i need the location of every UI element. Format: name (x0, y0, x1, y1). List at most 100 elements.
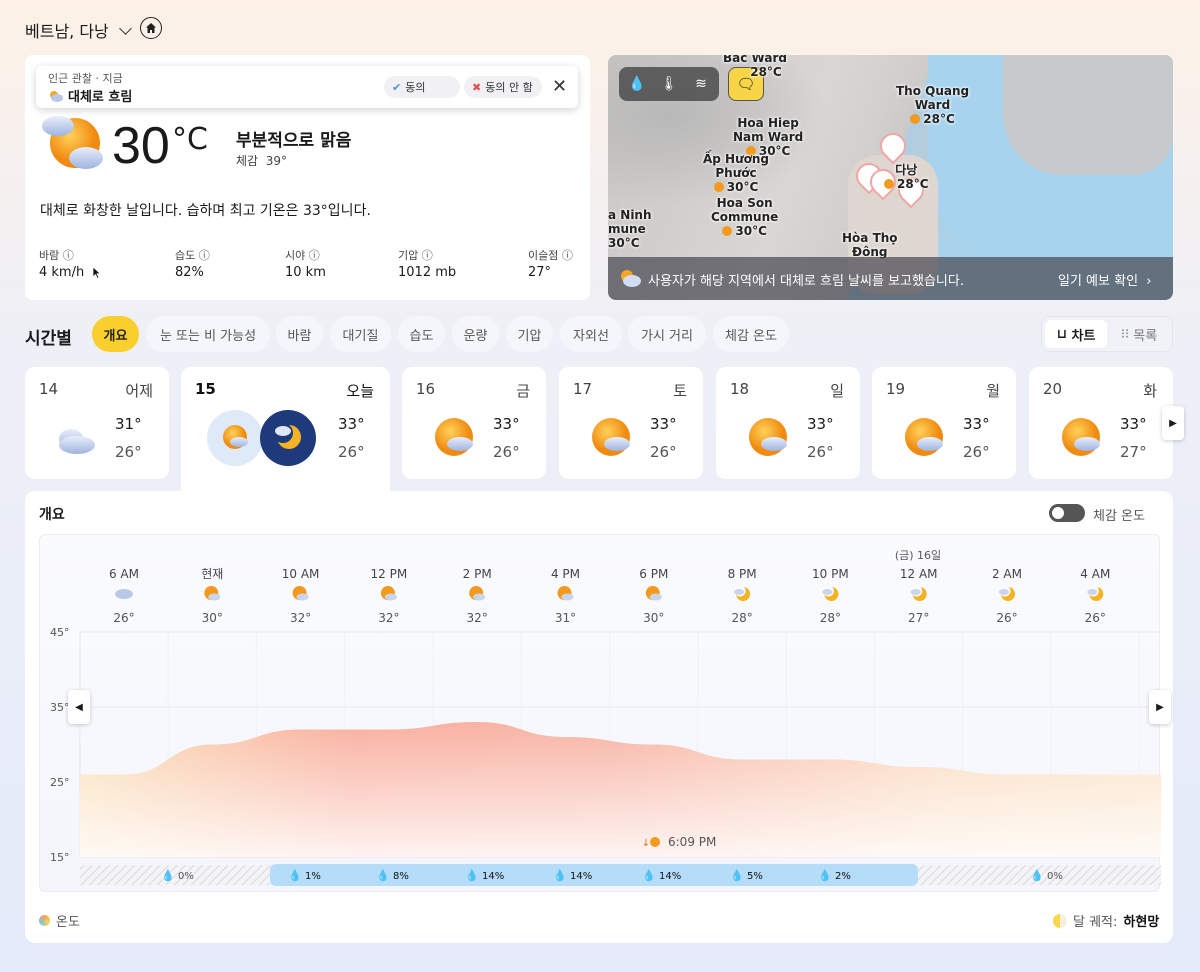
stat-dewpoint-label[interactable]: 이슬점 ⓘ (528, 247, 573, 263)
moon-phase-legend: 달 궤적: 하현망 (1053, 911, 1159, 930)
moon-phase-label: 달 궤적: (1073, 915, 1118, 930)
hour-temp-label: 26° (996, 611, 1017, 625)
location-selector[interactable]: 베트남, 다낭 (25, 18, 132, 42)
day-card[interactable]: 18 일 33° 26° (716, 367, 860, 479)
partly-sunny-day-icon (207, 410, 263, 466)
map-label-ap-huong-phuoc[interactable]: Ấp Hương Phước 30°C (703, 152, 769, 194)
chip-feels-like[interactable]: 체감 온도 (713, 316, 789, 352)
chip-pressure[interactable]: 기압 (506, 316, 553, 352)
map-label-danang[interactable]: 다낭 28°C (884, 163, 929, 191)
location-name: 베트남, 다낭 (25, 22, 109, 41)
feels-like-toggle[interactable] (1049, 504, 1085, 522)
info-icon: ⓘ (198, 249, 210, 262)
sunset-icon: ↓ (642, 838, 650, 849)
precipitation-layer-icon[interactable]: 💧 (627, 74, 647, 94)
day-card[interactable]: 19 월 33° 26° (872, 367, 1016, 479)
hour-label: 6 PM (639, 567, 668, 581)
disagree-button[interactable]: ✖ 동의 안 함 (464, 76, 542, 98)
hour-temp-label: 28° (731, 611, 752, 625)
temperature-layer-icon[interactable]: 🌡 (659, 74, 679, 94)
chevron-right-icon: › (1146, 274, 1152, 289)
day-name: 어제 (125, 382, 153, 400)
raindrop-icon: 💧 (818, 869, 832, 882)
chip-air-quality[interactable]: 대기질 (330, 316, 391, 352)
chip-visibility[interactable]: 가시 거리 (628, 316, 706, 352)
cloudy-icon (115, 589, 133, 599)
map-label-hoa-tho-dong[interactable]: Hòa Thọ Đông (842, 231, 898, 259)
stat-pressure-label[interactable]: 기압 ⓘ (398, 247, 433, 263)
panel-title: 개요 (39, 507, 65, 523)
precip-chance: 💧 14% (465, 869, 504, 882)
home-button[interactable] (140, 17, 162, 39)
day-name: 토 (673, 382, 687, 400)
day-card[interactable]: 14 어제 31° 26° (25, 367, 169, 479)
next-days-button[interactable]: ▶ (1162, 406, 1184, 440)
stat-humidity-label[interactable]: 습도 ⓘ (175, 247, 210, 263)
map-label-hoa-ninh[interactable]: a Ninh mune 30°C (608, 208, 652, 250)
hour-label: 10 AM (282, 567, 320, 581)
chip-precip[interactable]: 눈 또는 비 가능성 (146, 316, 270, 352)
chart-frame: 6 AM 26° 현재 30° 10 AM 32° 12 PM 32° 2 PM 32° 4 PM 3… (39, 534, 1161, 893)
map-label-bac-ward[interactable]: Bac Ward 28°C (723, 55, 787, 79)
day-number: 20 (1043, 380, 1063, 398)
temperature-legend: 온도 (39, 911, 80, 930)
precip-chance: 💧 0% (161, 869, 194, 882)
stat-wind-label[interactable]: 바람 ⓘ (39, 247, 74, 263)
cloudy-sun-icon (621, 270, 641, 287)
wind-layer-icon[interactable]: ≋ (691, 74, 711, 94)
agree-button[interactable]: ✔ 동의 (384, 76, 460, 98)
precip-value: 2% (835, 871, 851, 882)
day-card-selected[interactable]: 15 오늘 33° 26° (181, 367, 390, 491)
map-label-hoa-son[interactable]: Hoa Son Commune 30°C (711, 196, 778, 238)
day-card[interactable]: 20 화 33° 27° (1029, 367, 1173, 479)
chip-wind[interactable]: 바람 (276, 316, 323, 352)
day-name: 오늘 (346, 382, 374, 400)
temperature-legend-icon (39, 915, 50, 926)
moon-cloud-icon (999, 585, 1015, 601)
raindrop-icon: 💧 (465, 869, 479, 882)
date-marker: (금) 16일 (895, 548, 941, 562)
cloudy-icon (59, 429, 95, 454)
overview-panel: 개요 체감 온도 6 AM 26° 현재 30° 10 AM 32° 12 PM… (25, 491, 1173, 943)
hour-label: 6 AM (109, 567, 139, 581)
precip-chance: 💧 1% (288, 869, 321, 882)
day-low: 26° (493, 443, 520, 461)
day-card[interactable]: 17 토 33° 26° (559, 367, 703, 479)
chip-humidity[interactable]: 습도 (398, 316, 445, 352)
sunset-sun-icon (650, 837, 660, 847)
weather-map[interactable]: 💧 🌡 ≋ 🗨 Bac Ward 28°C Tho Quang Ward 28°C … (608, 55, 1173, 300)
current-temperature: 30 (112, 117, 170, 175)
view-list-button[interactable]: ⁝⁝ 목록 (1108, 320, 1170, 348)
hour-temp-label: 30° (202, 611, 223, 625)
map-label-tho-quang[interactable]: Tho Quang Ward 28°C (896, 84, 969, 126)
y-tick-label: 15° (50, 851, 70, 864)
chart-icon: ⊔ (1056, 326, 1067, 342)
sunset-time: 6:09 PM (668, 835, 716, 849)
chip-overview[interactable]: 개요 (92, 316, 139, 352)
partly-sunny-icon (435, 418, 473, 456)
raindrop-icon: 💧 (553, 869, 567, 882)
check-icon: ✔ (392, 80, 402, 94)
day-card[interactable]: 16 금 33° 26° (402, 367, 546, 479)
partly-cloudy-icon (42, 116, 103, 169)
forecast-link[interactable]: 일기 예보 확인 › (1058, 270, 1152, 289)
stat-visibility-label[interactable]: 시야 ⓘ (285, 247, 320, 263)
y-tick-label: 35° (50, 701, 70, 714)
chip-cloud-cover[interactable]: 운량 (452, 316, 499, 352)
chart-next-button[interactable]: ▶ (1149, 690, 1171, 724)
day-number: 15 (195, 380, 216, 398)
chip-uv[interactable]: 자외선 (560, 316, 622, 352)
agree-label: 동의 (405, 81, 426, 94)
list-icon: ⁝⁝ (1120, 326, 1130, 342)
moon-cloud-icon (734, 585, 751, 601)
temperature-unit[interactable]: °C (172, 122, 208, 157)
hourly-temperature-chart[interactable]: 6 AM 26° 현재 30° 10 AM 32° 12 PM 32° 2 PM 32° 4 PM 3… (40, 535, 1161, 893)
precip-chance: 💧 8% (376, 869, 409, 882)
close-icon[interactable]: ✕ (552, 76, 567, 98)
temperature-area-fade (80, 722, 1161, 857)
day-number: 18 (730, 380, 750, 398)
view-chart-button[interactable]: ⊔ 차트 (1045, 320, 1107, 348)
caret-right-icon: ▶ (1169, 417, 1177, 429)
caret-right-icon: ▶ (1156, 701, 1164, 713)
chart-prev-button[interactable]: ◀ (68, 690, 90, 724)
